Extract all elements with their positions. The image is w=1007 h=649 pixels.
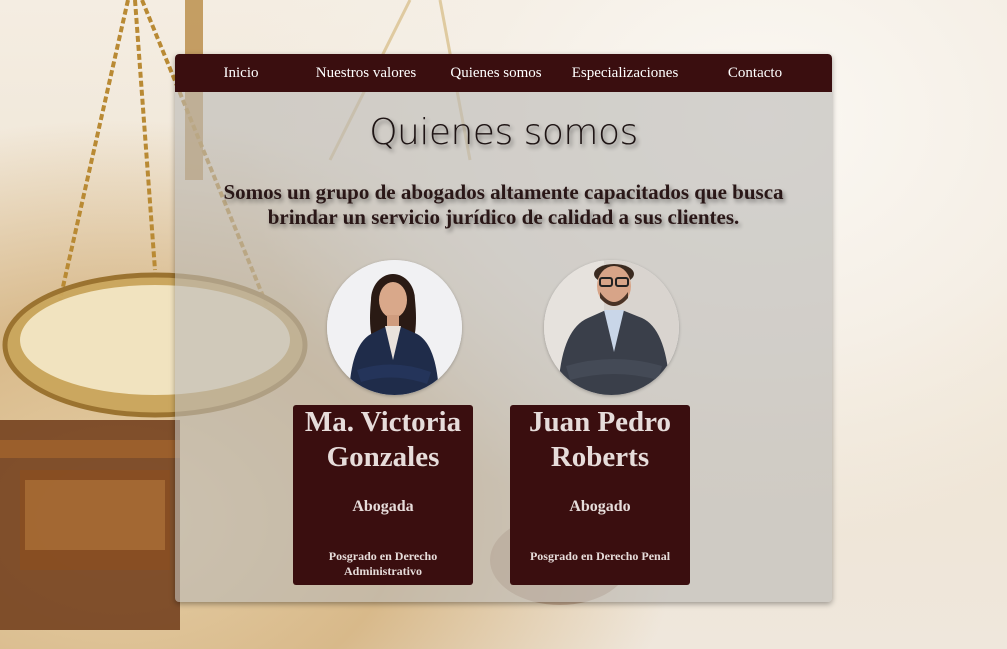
- woman-portrait-icon: [327, 260, 462, 395]
- member-specialization: Posgrado en Derecho Administrativo: [328, 549, 438, 578]
- intro-paragraph: Somos un grupo de abogados altamente cap…: [223, 180, 784, 229]
- nav-item-especializaciones[interactable]: Especializaciones: [572, 65, 679, 82]
- nav-item-contacto[interactable]: Contacto: [728, 65, 782, 82]
- nav-item-nuestros-valores[interactable]: Nuestros valores: [316, 65, 416, 82]
- nav-item-inicio[interactable]: Inicio: [224, 65, 259, 82]
- member-specialization: Posgrado en Derecho Penal: [529, 549, 671, 563]
- member-role: Abogado: [569, 498, 631, 515]
- page-title: Quienes somos: [369, 112, 638, 153]
- member-photo-victoria: [327, 260, 462, 395]
- member-name: Juan Pedro Roberts: [528, 406, 672, 473]
- man-portrait-icon: [544, 260, 679, 395]
- top-navigation-bar: Inicio Nuestros valores Quienes somos Es…: [175, 54, 832, 92]
- member-photo-juan-pedro: [544, 260, 679, 395]
- member-name: Ma. Victoria Gonzales: [304, 406, 462, 473]
- member-card-juan-pedro: Juan Pedro Roberts Abogado Posgrado en D…: [510, 405, 690, 585]
- content-panel: Inicio Nuestros valores Quienes somos Es…: [175, 54, 832, 602]
- member-role: Abogada: [352, 498, 414, 515]
- member-card-victoria: Ma. Victoria Gonzales Abogada Posgrado e…: [293, 405, 473, 585]
- nav-item-quienes-somos[interactable]: Quienes somos: [450, 65, 541, 82]
